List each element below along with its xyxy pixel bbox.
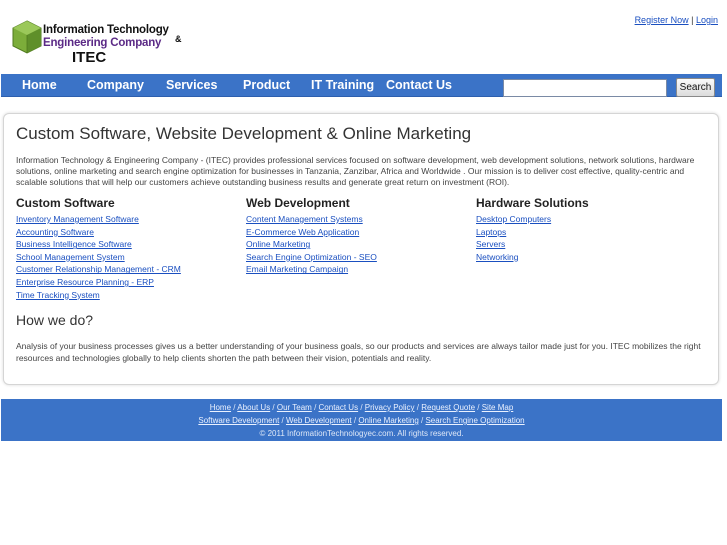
link-crm[interactable]: Customer Relationship Management - CRM: [16, 264, 181, 274]
link-school-management-system[interactable]: School Management System: [16, 252, 125, 262]
search-input[interactable]: [503, 79, 667, 97]
nav-company[interactable]: Company: [87, 74, 144, 96]
footer-link-home[interactable]: Home: [210, 403, 231, 412]
how-we-do-paragraph: Analysis of your business processes give…: [16, 341, 701, 363]
account-links-separator: |: [691, 15, 694, 25]
link-networking[interactable]: Networking: [476, 252, 519, 262]
link-content-management-systems[interactable]: Content Management Systems: [246, 214, 363, 224]
green-cube-logo-icon: [12, 20, 42, 54]
link-accounting-software[interactable]: Accounting Software: [16, 227, 94, 237]
search-button[interactable]: Search: [676, 78, 715, 97]
footer-separator: /: [311, 403, 319, 412]
custom-software-column: Custom Software Inventory Management Sof…: [16, 196, 226, 301]
footer-link-search-engine-optimization[interactable]: Search Engine Optimization: [425, 416, 524, 425]
site-logo[interactable]: Information Technology & Engineering Com…: [12, 20, 187, 66]
footer-link-software-development[interactable]: Software Development: [198, 416, 279, 425]
footer-link-our-team[interactable]: Our Team: [277, 403, 312, 412]
column-heading: Custom Software: [16, 196, 115, 210]
column-heading: Web Development: [246, 196, 350, 210]
site-footer: Home / About Us / Our Team / Contact Us …: [1, 399, 722, 441]
footer-copyright: © 2011 InformationTechnologyec.com. All …: [259, 429, 464, 438]
footer-link-request-quote[interactable]: Request Quote: [421, 403, 475, 412]
logo-ampersand: &: [175, 34, 182, 44]
intro-paragraph: Information Technology & Engineering Com…: [16, 155, 695, 187]
column-heading: Hardware Solutions: [476, 196, 589, 210]
footer-link-online-marketing[interactable]: Online Marketing: [358, 416, 418, 425]
footer-separator: /: [475, 403, 482, 412]
main-navigation: Home Company Services Product IT Trainin…: [1, 74, 722, 97]
web-development-column: Web Development Content Management Syste…: [246, 196, 456, 276]
link-business-intelligence-software[interactable]: Business Intelligence Software: [16, 239, 132, 249]
account-links: Register Now | Login: [635, 15, 718, 25]
login-link[interactable]: Login: [696, 15, 718, 25]
footer-link-contact-us[interactable]: Contact Us: [319, 403, 359, 412]
footer-separator: /: [358, 403, 365, 412]
link-ecommerce-web-application[interactable]: E-Commerce Web Application: [246, 227, 359, 237]
link-erp[interactable]: Enterprise Resource Planning - ERP: [16, 277, 154, 287]
content-panel: Custom Software, Website Development & O…: [3, 113, 719, 385]
link-servers[interactable]: Servers: [476, 239, 505, 249]
page-title: Custom Software, Website Development & O…: [16, 124, 472, 143]
footer-separator: /: [270, 403, 277, 412]
footer-link-site-map[interactable]: Site Map: [482, 403, 514, 412]
footer-link-about-us[interactable]: About Us: [237, 403, 270, 412]
nav-home[interactable]: Home: [22, 74, 57, 96]
footer-separator: /: [279, 416, 286, 425]
link-laptops[interactable]: Laptops: [476, 227, 506, 237]
footer-links-row1: Home / About Us / Our Team / Contact Us …: [1, 401, 722, 414]
nav-services[interactable]: Services: [166, 74, 217, 96]
how-we-do-heading: How we do?: [16, 312, 94, 328]
logo-text-line1: Information Technology: [43, 24, 169, 36]
register-link[interactable]: Register Now: [635, 15, 689, 25]
footer-link-web-development[interactable]: Web Development: [286, 416, 352, 425]
footer-links-row2: Software Development / Web Development /…: [1, 414, 722, 427]
logo-text-itec: ITEC: [72, 49, 107, 66]
nav-contact-us[interactable]: Contact Us: [386, 74, 452, 96]
footer-link-privacy-policy[interactable]: Privacy Policy: [365, 403, 415, 412]
link-seo[interactable]: Search Engine Optimization - SEO: [246, 252, 377, 262]
link-email-marketing-campaign[interactable]: Email Marketing Campaign: [246, 264, 348, 274]
logo-text-line2: Engineering Company: [43, 37, 162, 49]
nav-it-training[interactable]: IT Training: [311, 74, 374, 96]
link-desktop-computers[interactable]: Desktop Computers: [476, 214, 551, 224]
nav-product[interactable]: Product: [243, 74, 290, 96]
link-online-marketing[interactable]: Online Marketing: [246, 239, 310, 249]
link-time-tracking-system[interactable]: Time Tracking System: [16, 290, 100, 300]
hardware-solutions-column: Hardware Solutions Desktop Computers Lap…: [476, 196, 686, 263]
link-inventory-management-software[interactable]: Inventory Management Software: [16, 214, 139, 224]
